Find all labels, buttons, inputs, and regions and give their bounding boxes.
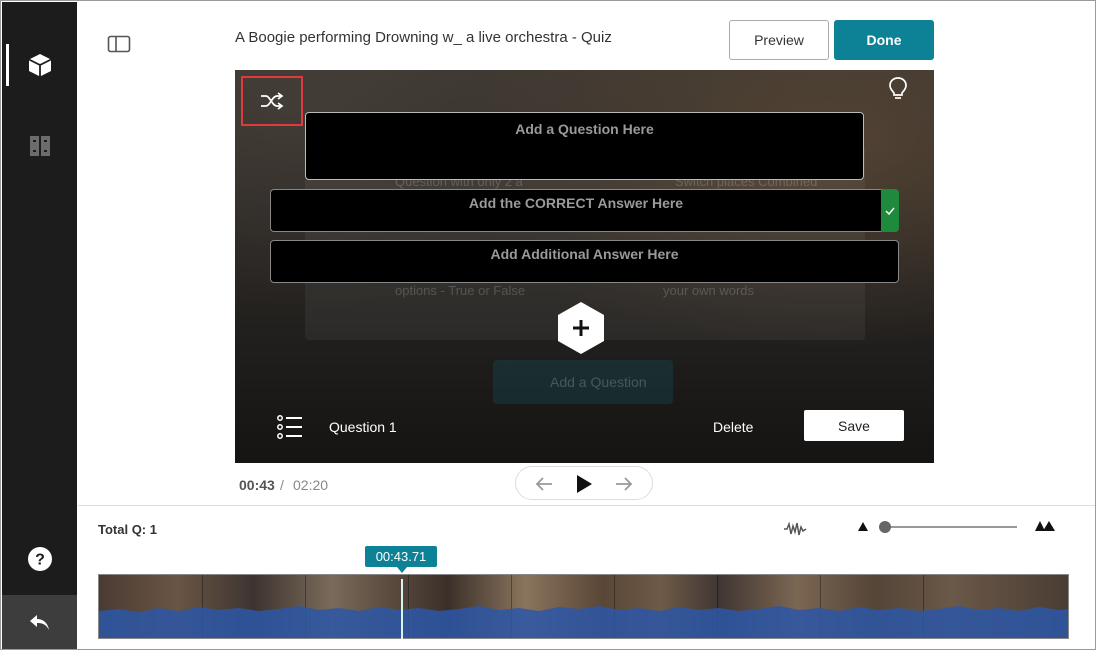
shuffle-icon [261,92,284,110]
book-icon [29,136,50,156]
timeline-playhead[interactable] [401,579,403,639]
total-time: 02:20 [293,477,329,493]
time-separator: / [280,477,284,493]
correct-answer-marker [881,189,899,232]
cube-icon [28,54,51,77]
page-title: A Boogie performing Drowning w_ a live o… [235,29,612,46]
help-icon: ? [27,547,52,571]
zoom-in-icon[interactable] [1034,520,1056,532]
left-sidebar: ? [2,2,77,649]
playhead-badge-pointer [397,567,407,573]
check-icon [885,207,895,215]
zoom-out-icon[interactable] [857,521,869,532]
play-icon [577,475,592,493]
lightbulb-icon [889,77,907,99]
question-label: Question 1 [329,419,397,435]
background-text: your own words [663,283,755,298]
waveform-toggle[interactable] [782,519,808,539]
timeline-divider [78,505,1095,506]
sidebar-panel-icon [107,35,131,53]
add-answer-button[interactable] [557,301,605,355]
shuffle-answers-button[interactable] [241,76,303,126]
sidebar-item-quiz-editor[interactable] [2,44,77,86]
timeline-filmstrip[interactable] [98,574,1069,639]
audio-waveform [99,606,1068,638]
app-frame: ? A Boogie performing Drowning w_ a live… [0,0,1096,650]
next-button[interactable] [612,472,636,496]
zoom-slider-thumb[interactable] [879,521,891,533]
arrow-right-icon [616,477,633,491]
playhead-time-badge: 00:43.71 [365,546,437,567]
arrow-left-icon [535,477,552,491]
back-button[interactable] [2,595,77,649]
delete-button[interactable]: Delete [713,419,753,435]
hint-button[interactable] [885,75,911,103]
question-input[interactable]: Add a Question Here [305,112,864,180]
plus-hexagon-icon [558,302,604,354]
panel-toggle-button[interactable] [105,32,133,56]
preview-button[interactable]: Preview [729,20,829,60]
video-stage: Question with only 2 a Switch places Com… [235,70,934,463]
total-questions: Total Q: 1 [98,522,157,537]
playback-controls [515,466,653,500]
background-text: options - True or False [395,283,526,298]
save-button[interactable]: Save [804,410,904,441]
waveform-icon [784,522,807,536]
zoom-slider-track[interactable] [883,526,1017,528]
correct-answer-input[interactable]: Add the CORRECT Answer Here [270,189,881,232]
help-button[interactable]: ? [2,539,77,579]
done-button[interactable]: Done [834,20,934,60]
play-button[interactable] [572,472,596,496]
additional-answer-input[interactable]: Add Additional Answer Here [270,240,899,283]
sidebar-item-chapters[interactable] [2,126,77,166]
background-button-label: Add a Question [550,374,647,390]
svg-text:?: ? [35,552,45,569]
previous-button[interactable] [532,472,556,496]
current-time: 00:43 [239,477,275,493]
undo-icon [29,614,49,630]
question-list-icon[interactable] [277,414,303,440]
